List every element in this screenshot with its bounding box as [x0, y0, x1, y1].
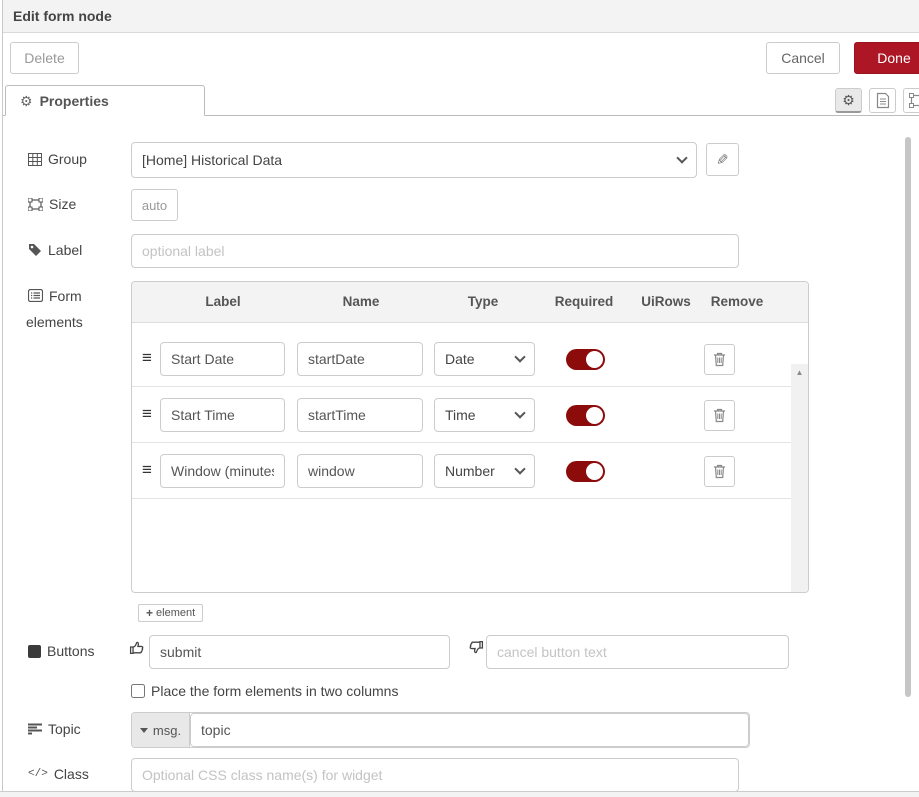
- element-type-select[interactable]: Time: [434, 398, 535, 432]
- table-body: ≡ Date ≡: [132, 323, 808, 592]
- topic-input[interactable]: [190, 713, 749, 747]
- element-name-input[interactable]: [297, 398, 423, 432]
- doc-icon: [876, 92, 890, 109]
- trash-icon: [713, 352, 726, 367]
- tasks-icon: [28, 723, 42, 735]
- dialog-scrollbar[interactable]: [905, 137, 911, 697]
- required-toggle[interactable]: [566, 461, 605, 482]
- square-icon: [28, 645, 41, 658]
- column-header-name: Name: [343, 294, 380, 309]
- remove-element-button[interactable]: [704, 344, 735, 375]
- element-label-input[interactable]: [160, 398, 285, 432]
- thumbs-down-icon: [467, 639, 484, 656]
- table-scrollbar[interactable]: ▲ ▼: [791, 364, 808, 593]
- required-toggle[interactable]: [566, 405, 605, 426]
- tab-properties-label: Properties: [40, 93, 109, 109]
- two-columns-option[interactable]: Place the form elements in two columns: [131, 683, 398, 699]
- required-toggle[interactable]: [566, 349, 605, 370]
- dialog-bottom-edge: [0, 791, 919, 797]
- remove-element-button[interactable]: [704, 400, 735, 431]
- action-bar: Delete Cancel Done: [3, 34, 919, 85]
- toggle-knob: [586, 463, 603, 480]
- plus-icon: +: [146, 606, 153, 620]
- dialog-title: Edit form node: [13, 8, 112, 24]
- group-label: Group: [28, 151, 87, 167]
- appearance-toolbar-button[interactable]: [903, 88, 919, 113]
- element-name-input[interactable]: [297, 342, 423, 376]
- tab-bar: ⚙ Properties ⚙: [3, 85, 919, 116]
- dialog-header: Edit form node: [3, 0, 919, 33]
- column-header-type: Type: [468, 294, 499, 309]
- tab-properties[interactable]: ⚙ Properties: [5, 85, 205, 116]
- column-header-required: Required: [555, 294, 614, 309]
- element-label-input[interactable]: [160, 454, 285, 488]
- column-header-uirows: UiRows: [641, 294, 691, 309]
- thumbs-up-icon: [129, 639, 146, 656]
- gear-icon: ⚙: [20, 94, 33, 108]
- list-alt-icon: [28, 289, 43, 302]
- size-label: Size: [28, 196, 76, 212]
- element-label-input[interactable]: [160, 342, 285, 376]
- column-header-label: Label: [205, 294, 240, 309]
- topic-type-label: msg.: [153, 723, 181, 738]
- toggle-knob: [586, 351, 603, 368]
- drag-handle-icon[interactable]: ≡: [142, 460, 152, 480]
- table-row: ≡ Number: [132, 443, 793, 499]
- add-element-button[interactable]: + element: [138, 604, 203, 622]
- class-label: </> Class: [28, 766, 89, 782]
- drag-handle-icon[interactable]: ≡: [142, 348, 152, 368]
- remove-element-button[interactable]: [704, 456, 735, 487]
- table-row: ≡ Date: [132, 331, 793, 387]
- topic-type-button[interactable]: msg.: [132, 713, 190, 747]
- element-name-input[interactable]: [297, 454, 423, 488]
- tag-icon: [28, 243, 42, 257]
- properties-panel: Group [Home] Historical Data ✎ Size auto…: [3, 116, 919, 791]
- object-group-icon: [28, 198, 43, 211]
- description-toolbar-button[interactable]: [869, 88, 896, 113]
- element-type-select[interactable]: Number: [434, 454, 535, 488]
- cancel-text-input[interactable]: [486, 635, 789, 669]
- edit-group-button[interactable]: ✎: [706, 143, 739, 176]
- table-row: ≡ Time: [132, 387, 793, 443]
- gear-icon: ⚙: [842, 93, 855, 107]
- drag-handle-icon[interactable]: ≡: [142, 404, 152, 424]
- scroll-up-arrow[interactable]: ▲: [791, 364, 808, 380]
- table-icon: [28, 153, 42, 166]
- done-button[interactable]: Done: [854, 42, 919, 74]
- delete-button[interactable]: Delete: [10, 42, 79, 74]
- table-header: Label Name Type Required UiRows Remove: [132, 282, 808, 323]
- appearance-icon: [909, 93, 919, 108]
- pencil-icon: ✎: [716, 151, 729, 169]
- buttons-label: Buttons: [28, 643, 94, 659]
- element-type-select[interactable]: Date: [434, 342, 535, 376]
- cancel-button[interactable]: Cancel: [766, 42, 840, 74]
- properties-toolbar-button[interactable]: ⚙: [835, 88, 862, 113]
- form-elements-label: Form elements: [28, 286, 108, 332]
- chevron-down-icon: [140, 728, 148, 733]
- two-columns-checkbox[interactable]: [131, 684, 145, 698]
- edit-form-node-dialog: Edit form node Delete Cancel Done ⚙ Prop…: [0, 0, 919, 797]
- submit-text-input[interactable]: [149, 635, 450, 669]
- topic-typed-input: msg.: [131, 712, 750, 748]
- form-elements-table: Label Name Type Required UiRows Remove ≡…: [131, 281, 809, 593]
- label-label: Label: [28, 242, 82, 258]
- toggle-knob: [586, 407, 603, 424]
- topic-label: Topic: [28, 721, 81, 737]
- group-select[interactable]: [Home] Historical Data: [131, 142, 697, 178]
- two-columns-label: Place the form elements in two columns: [151, 683, 398, 699]
- label-input[interactable]: [131, 234, 739, 268]
- class-input[interactable]: [131, 758, 739, 792]
- trash-icon: [713, 408, 726, 423]
- trash-icon: [713, 464, 726, 479]
- code-icon: </>: [28, 768, 48, 780]
- size-button[interactable]: auto: [131, 189, 178, 221]
- column-header-remove: Remove: [711, 294, 764, 309]
